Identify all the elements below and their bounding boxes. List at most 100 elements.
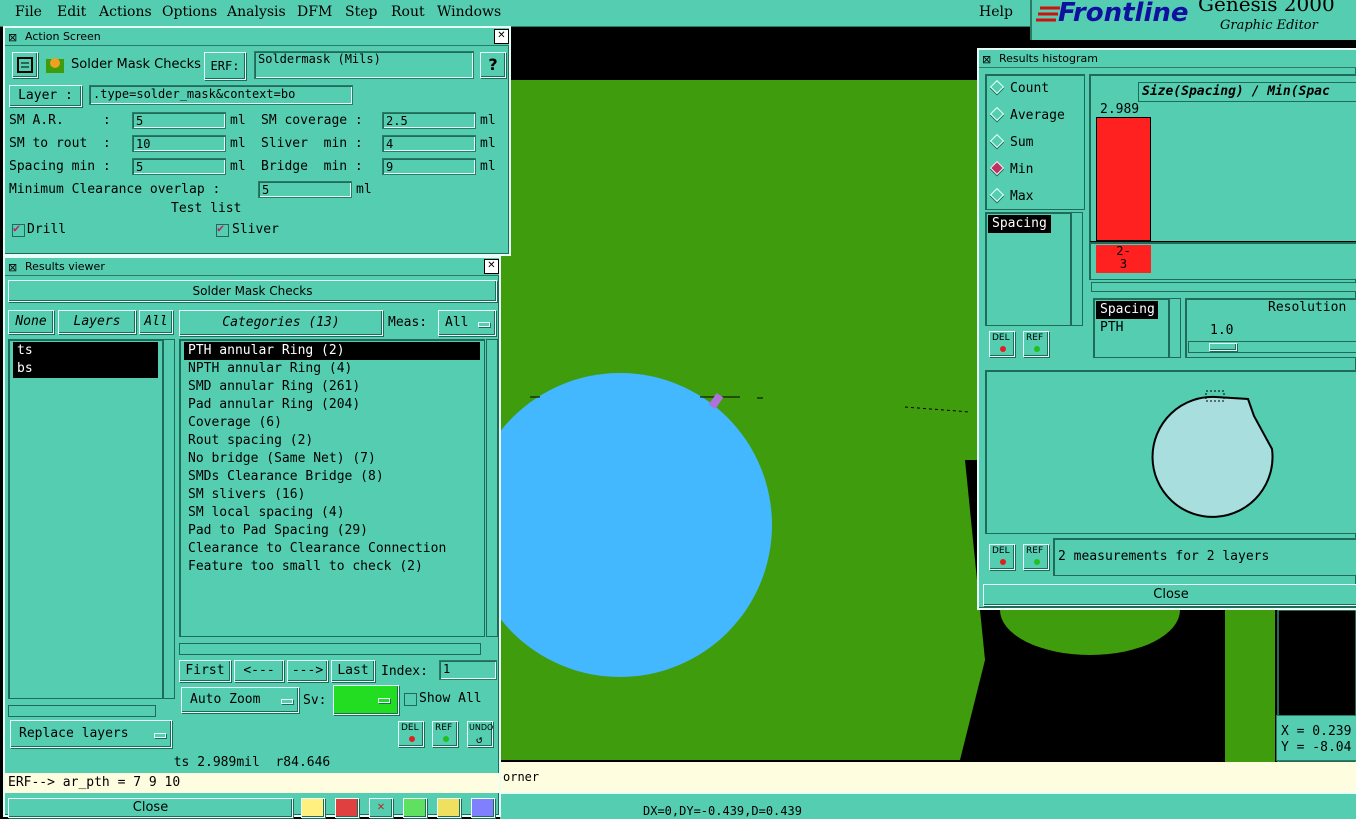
menu-options[interactable]: Options bbox=[162, 4, 217, 20]
histogram-close-button[interactable]: Close bbox=[983, 584, 1356, 606]
categories-vscroll[interactable] bbox=[486, 339, 498, 637]
menu-file[interactable]: File bbox=[15, 4, 42, 20]
category-item[interactable]: NPTH annular Ring (4) bbox=[184, 360, 480, 378]
measure-vscroll[interactable] bbox=[1169, 298, 1181, 358]
category-item[interactable]: SM local spacing (4) bbox=[184, 504, 480, 522]
sv-color-dropdown[interactable] bbox=[333, 685, 399, 715]
close-icon[interactable]: ✕ bbox=[494, 29, 509, 44]
measure-item-spacing[interactable]: Spacing bbox=[1096, 301, 1158, 319]
auto-zoom-dropdown[interactable]: Auto Zoom bbox=[181, 687, 299, 713]
undo-button[interactable]: UNDO ↺ bbox=[467, 721, 493, 747]
prev-button[interactable]: <--- bbox=[234, 660, 284, 682]
layer-field[interactable]: .type=solder_mask&context=bo bbox=[89, 85, 353, 105]
mode-radio-group: Count Average Sum Min Max bbox=[985, 74, 1085, 210]
menu-dfm[interactable]: DFM bbox=[297, 4, 332, 20]
numbers-tool-icon[interactable] bbox=[403, 798, 427, 818]
sliver-field[interactable]: 4 bbox=[382, 135, 476, 152]
layers-tool-icon[interactable] bbox=[301, 798, 325, 818]
sm-rout-field[interactable]: 10 bbox=[132, 135, 226, 152]
close-button[interactable]: Close bbox=[8, 798, 293, 818]
next-button[interactable]: ---> bbox=[287, 660, 328, 682]
mode-radio-max[interactable]: Max bbox=[989, 187, 1033, 207]
preview-del-button[interactable]: DEL bbox=[989, 544, 1015, 570]
record-tool-icon[interactable] bbox=[335, 798, 359, 818]
drill-checkbox[interactable] bbox=[12, 221, 25, 237]
menu-step[interactable]: Step bbox=[345, 4, 377, 20]
show-all-checkbox[interactable] bbox=[404, 693, 417, 706]
mode-radio-count[interactable]: Count bbox=[989, 79, 1049, 99]
hist-del-button[interactable]: DEL bbox=[989, 331, 1015, 357]
erf-button[interactable]: ERF: bbox=[204, 52, 246, 80]
layers-button[interactable]: Layers bbox=[58, 310, 136, 334]
category-item[interactable]: SMDs Clearance Bridge (8) bbox=[184, 468, 480, 486]
replace-layers-dropdown[interactable]: Replace layers bbox=[10, 720, 172, 748]
category-item[interactable]: Coverage (6) bbox=[184, 414, 480, 432]
category-item[interactable]: SMD annular Ring (261) bbox=[184, 378, 480, 396]
category-item[interactable]: Clearance to Clearance Connection bbox=[184, 540, 480, 558]
categories-button[interactable]: Categories (13) bbox=[179, 310, 383, 336]
menu-analysis[interactable]: Analysis bbox=[227, 4, 286, 20]
del-button[interactable]: DEL bbox=[398, 721, 424, 747]
chart-tool-icon[interactable] bbox=[471, 798, 495, 818]
hist-ref-button[interactable]: REF bbox=[1023, 331, 1049, 357]
help-button[interactable]: ? bbox=[480, 52, 506, 78]
menu-windows[interactable]: Windows bbox=[437, 4, 501, 20]
category-item[interactable]: Feature too small to check (2) bbox=[184, 558, 480, 576]
layer-item-ts[interactable]: ts bbox=[13, 342, 158, 360]
mode-radio-average[interactable]: Average bbox=[989, 106, 1065, 126]
category-item-spacing[interactable]: Spacing bbox=[988, 215, 1051, 233]
menu-rout[interactable]: Rout bbox=[391, 4, 425, 20]
mode-radio-sum[interactable]: Sum bbox=[989, 133, 1033, 153]
category-list[interactable]: Spacing bbox=[985, 212, 1071, 326]
layers-hscroll[interactable] bbox=[8, 705, 156, 717]
meas-dropdown[interactable]: All bbox=[438, 310, 496, 336]
index-field[interactable]: 1 bbox=[439, 660, 497, 680]
last-button[interactable]: Last bbox=[331, 660, 375, 682]
menu-edit[interactable]: Edit bbox=[57, 4, 86, 20]
category-item[interactable]: SM slivers (16) bbox=[184, 486, 480, 504]
category-vscroll[interactable] bbox=[1071, 212, 1083, 326]
menu-help[interactable]: Help bbox=[979, 4, 1013, 20]
category-item[interactable]: PTH annular Ring (2) bbox=[184, 342, 480, 360]
close-icon[interactable]: ✕ bbox=[484, 259, 499, 274]
category-item[interactable]: No bridge (Same Net) (7) bbox=[184, 450, 480, 468]
resolution-slider[interactable] bbox=[1188, 341, 1356, 353]
menu-actions[interactable]: Actions bbox=[99, 4, 152, 20]
spacing-field[interactable]: 5 bbox=[132, 158, 226, 175]
sm-ar-field[interactable]: 5 bbox=[132, 112, 226, 129]
sliver-checkbox[interactable] bbox=[216, 221, 229, 237]
layers-list[interactable]: ts bs bbox=[8, 339, 163, 699]
bridge-field[interactable]: 9 bbox=[382, 158, 476, 175]
sm-coverage-field[interactable]: 2.5 bbox=[382, 112, 476, 129]
none-button[interactable]: None bbox=[8, 310, 54, 334]
all-layers-button[interactable]: All bbox=[139, 310, 173, 334]
measure-list[interactable]: Spacing PTH bbox=[1093, 298, 1169, 358]
layer-button[interactable]: Layer : bbox=[9, 85, 82, 107]
categories-list[interactable]: PTH annular Ring (2) NPTH annular Ring (4… bbox=[179, 339, 485, 637]
bar-label[interactable]: 2- 3 bbox=[1096, 245, 1151, 273]
mode-radio-min[interactable]: Min bbox=[989, 160, 1033, 180]
chart-hscroll[interactable] bbox=[1091, 282, 1356, 292]
layers-vscroll[interactable] bbox=[163, 339, 175, 699]
category-item[interactable]: Pad annular Ring (204) bbox=[184, 396, 480, 414]
layer-item-bs[interactable]: bs bbox=[13, 360, 158, 378]
histogram-titlebar[interactable]: ⊠ Results histogram bbox=[979, 50, 1356, 68]
measure-item-pth[interactable]: PTH bbox=[1096, 319, 1166, 337]
histogram-bar[interactable] bbox=[1096, 117, 1151, 241]
ref-button[interactable]: REF bbox=[432, 721, 458, 747]
erf-field[interactable]: Soldermask (Mils) bbox=[254, 51, 474, 79]
results-viewer-titlebar[interactable]: ⊠ Results viewer ✕ bbox=[5, 258, 499, 276]
window-icon: ⊠ bbox=[8, 261, 18, 274]
category-item[interactable]: Pad to Pad Spacing (29) bbox=[184, 522, 480, 540]
erf-tool-icon[interactable]: ✕ bbox=[369, 798, 393, 818]
preview-ref-button[interactable]: REF bbox=[1023, 544, 1049, 570]
screen-icon[interactable] bbox=[12, 52, 38, 78]
clearance-label: Minimum Clearance overlap : bbox=[9, 182, 221, 197]
first-button[interactable]: First bbox=[179, 660, 231, 682]
report-tool-icon[interactable] bbox=[437, 798, 461, 818]
category-item[interactable]: Rout spacing (2) bbox=[184, 432, 480, 450]
action-screen-titlebar[interactable]: ⊠ Action Screen ✕ bbox=[5, 28, 509, 46]
slider-thumb[interactable] bbox=[1209, 343, 1237, 351]
clearance-field[interactable]: 5 bbox=[258, 181, 352, 198]
categories-hscroll[interactable] bbox=[179, 643, 481, 655]
